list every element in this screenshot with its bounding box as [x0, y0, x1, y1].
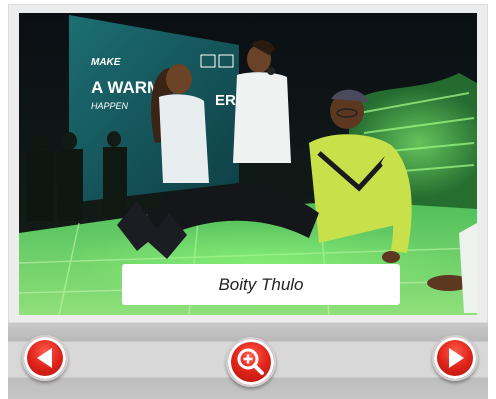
previous-button[interactable] [22, 335, 68, 381]
arrow-left-icon [37, 348, 52, 368]
billboard-partial: ER [215, 92, 236, 109]
gallery-frame: MAKE A WARM HAPPEN ER Boity Thulo [8, 4, 488, 323]
arrow-right-icon [449, 348, 464, 368]
billboard-line-1: MAKE [91, 57, 121, 68]
zoom-in-icon [237, 348, 264, 375]
gallery-photo[interactable]: MAKE A WARM HAPPEN ER Boity Thulo [19, 13, 477, 315]
billboard-line-2: A WARM [91, 78, 161, 97]
billboard-line-3: HAPPEN [91, 101, 129, 111]
photo-caption: Boity Thulo [122, 264, 400, 305]
gallery-controls [8, 323, 488, 399]
next-button[interactable] [432, 335, 478, 381]
zoom-button[interactable] [226, 337, 276, 387]
